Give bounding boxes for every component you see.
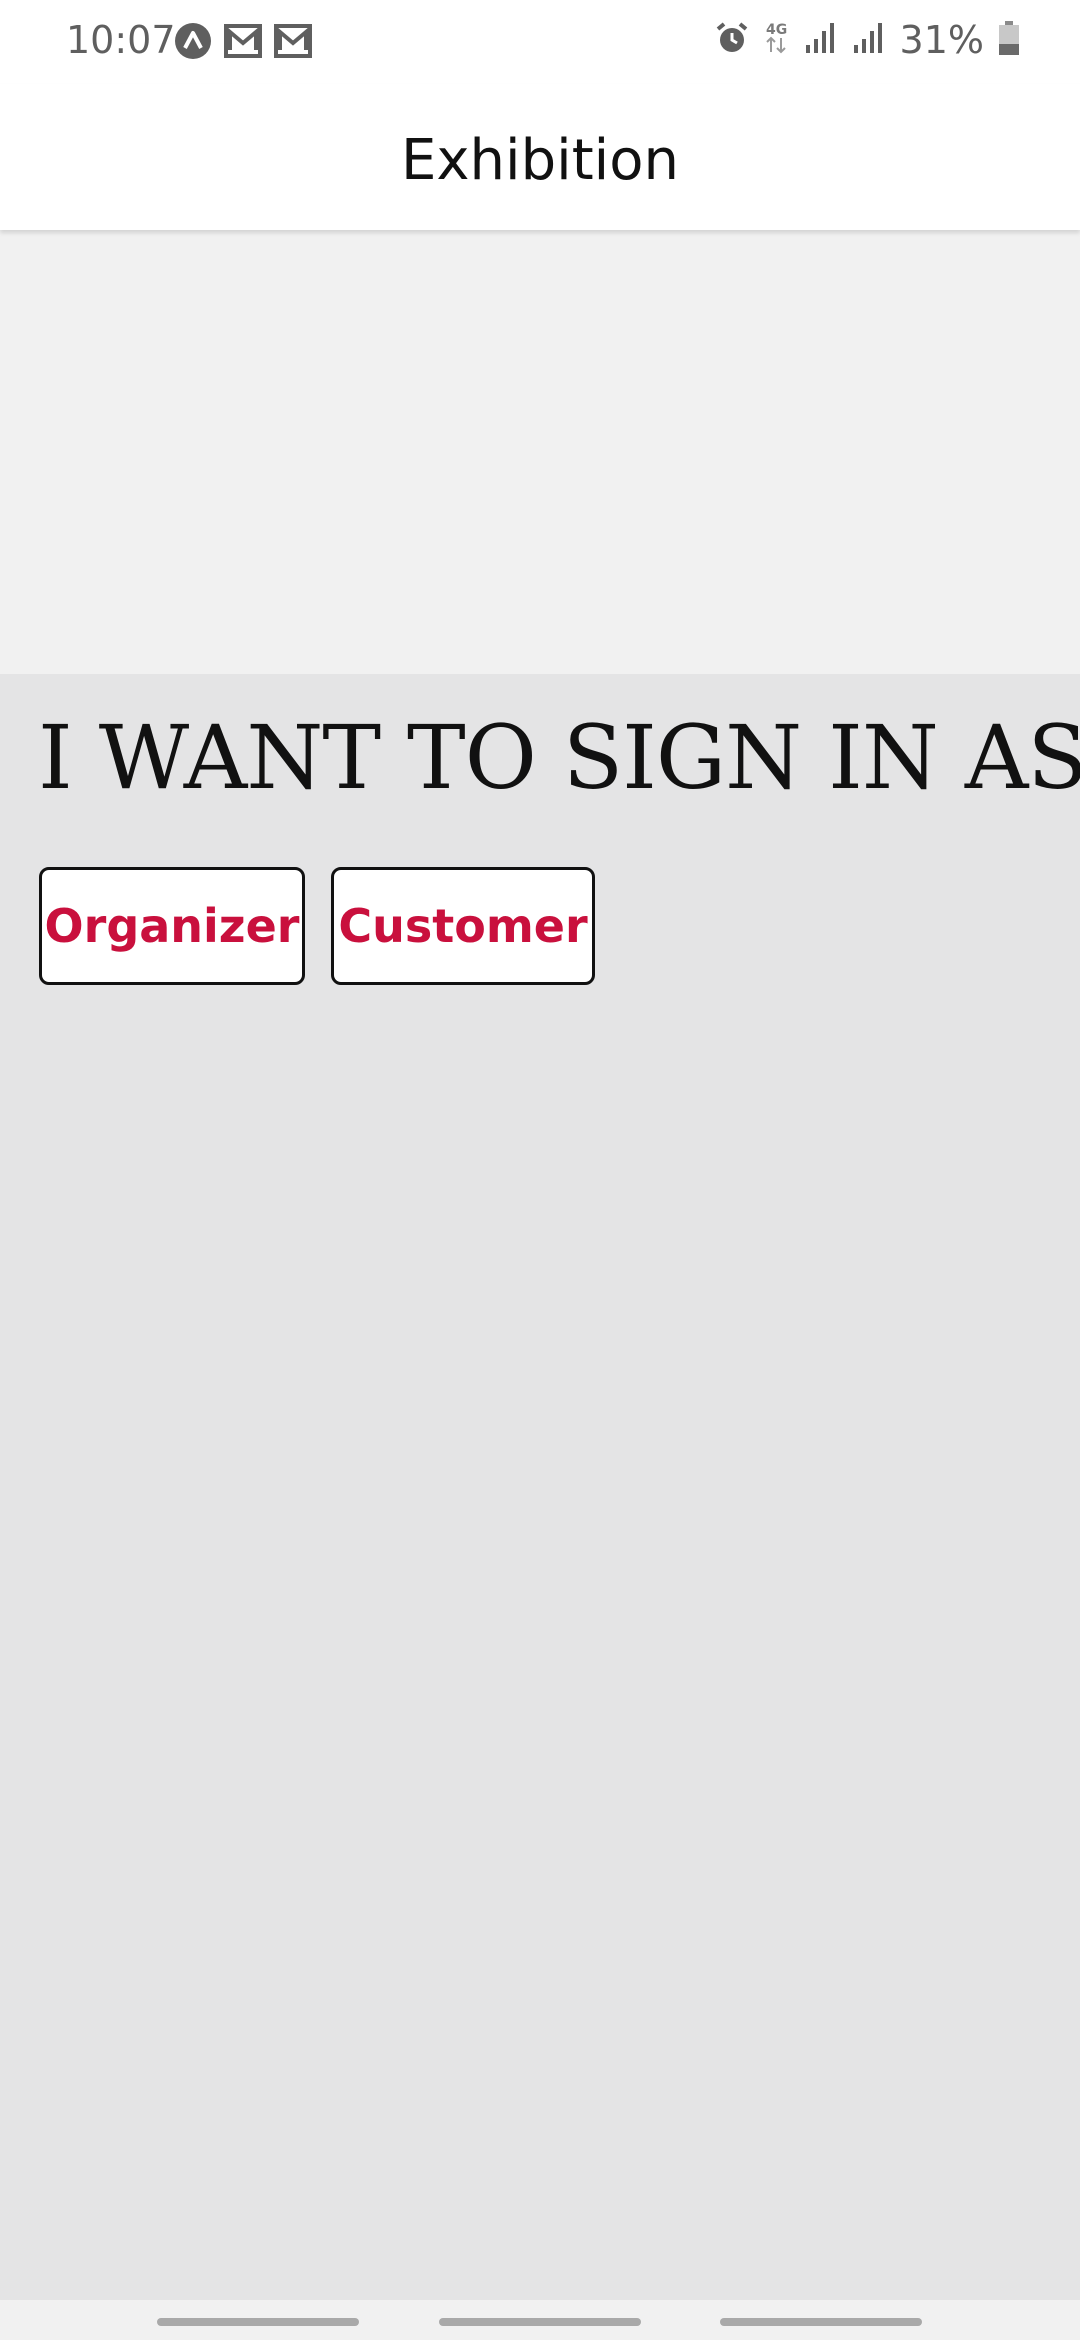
app-bar: Exhibition [0, 84, 1080, 230]
navigation-bar [0, 2300, 1080, 2340]
organizer-button-label: Organizer [44, 899, 300, 953]
network-4g-icon: 4G [764, 20, 790, 60]
signal-icon [804, 21, 838, 59]
status-time: 10:07 [66, 18, 176, 62]
status-bar: 10:07 4G 31% [0, 0, 1080, 84]
battery-percent: 31% [899, 18, 984, 62]
notification-icons [174, 22, 312, 64]
battery-icon [998, 20, 1020, 60]
organizer-button[interactable]: Organizer [39, 867, 305, 985]
alarm-icon [714, 20, 750, 60]
nav-recents-button[interactable] [157, 2318, 359, 2326]
gmail-icon [274, 24, 312, 62]
signal-icon [852, 21, 886, 59]
svg-text:4G: 4G [766, 22, 787, 38]
arch-icon [174, 22, 212, 64]
banner-area [0, 230, 1080, 674]
signin-heading: I WANT TO SIGN IN AS: [38, 706, 1080, 809]
app-title: Exhibition [401, 128, 679, 193]
nav-back-button[interactable] [720, 2318, 922, 2326]
customer-button[interactable]: Customer [331, 867, 595, 985]
nav-home-button[interactable] [439, 2318, 641, 2326]
customer-button-label: Customer [338, 899, 588, 953]
system-status-icons: 4G 31% [714, 18, 1020, 62]
gmail-icon [224, 24, 262, 62]
